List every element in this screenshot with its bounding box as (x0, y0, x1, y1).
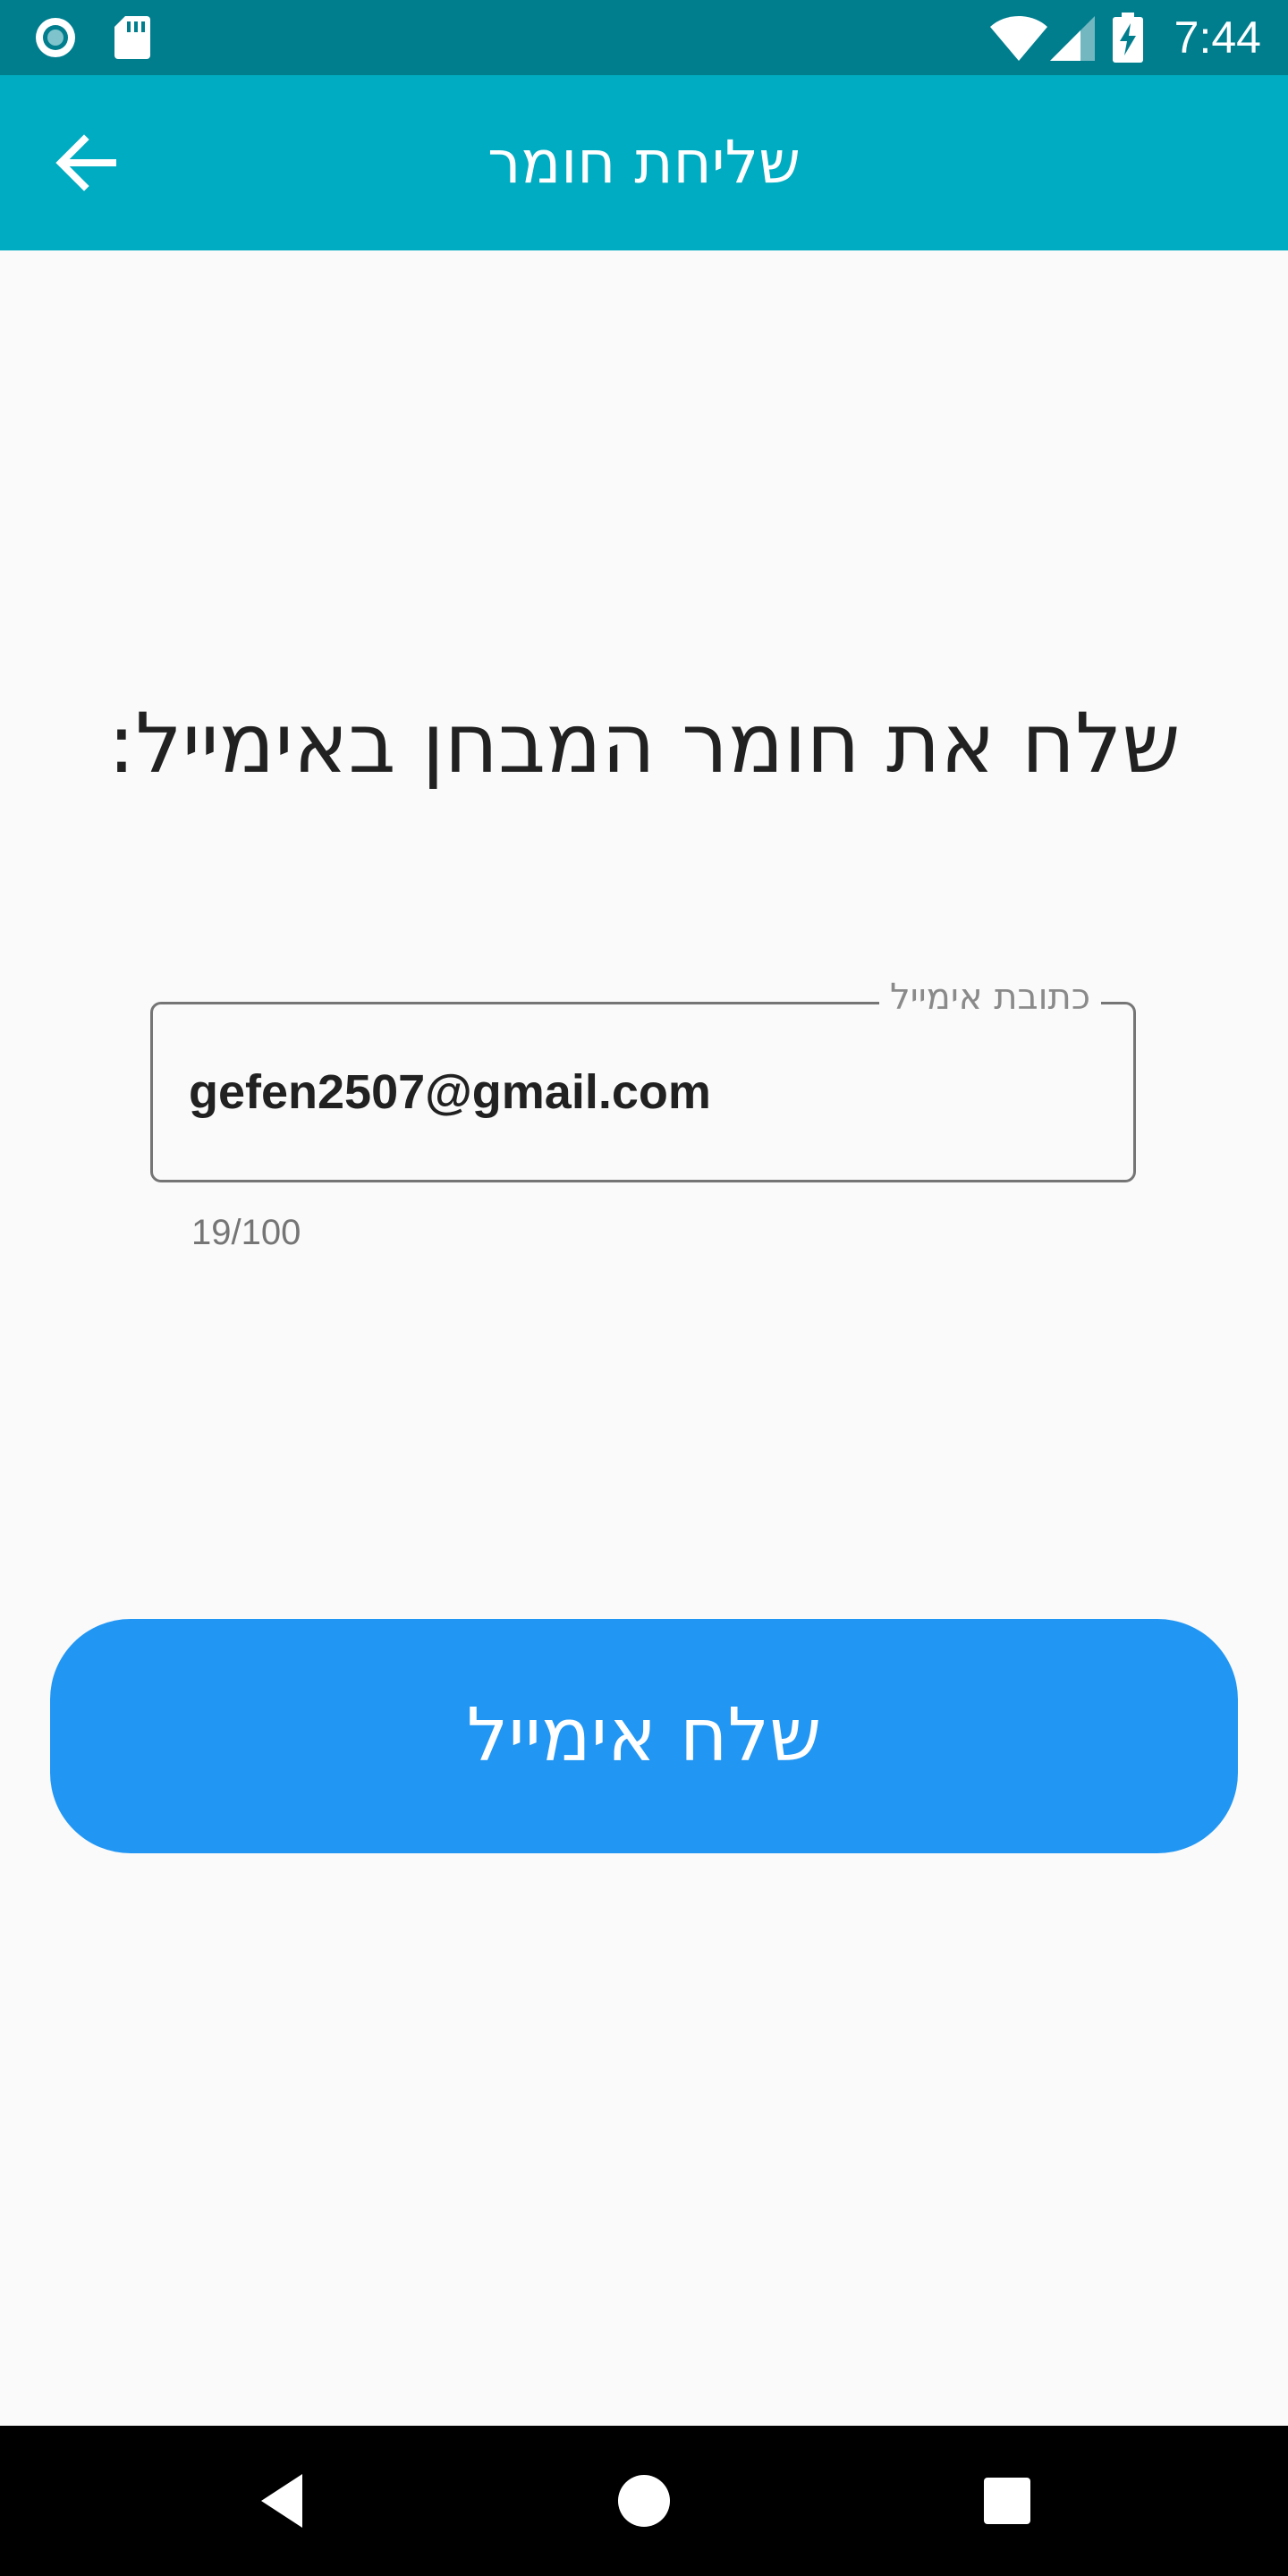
send-email-button[interactable]: שלח אימייל (50, 1619, 1238, 1853)
character-counter: 19/100 (191, 1213, 301, 1252)
navigation-bar (0, 2426, 1288, 2576)
email-field-label: כתובת אימייל (879, 972, 1101, 1022)
back-button[interactable] (39, 116, 132, 209)
page-title: שליחת חומר (487, 128, 801, 197)
email-field-value[interactable]: gefen2507@gmail.com (189, 1004, 711, 1180)
recents-square-icon[interactable] (953, 2447, 1061, 2555)
status-time: 7:44 (1174, 13, 1261, 63)
wifi-icon (990, 16, 1047, 61)
back-triangle-icon[interactable] (227, 2447, 335, 2555)
email-field[interactable]: כתובת אימייל gefen2507@gmail.com (150, 972, 1136, 1182)
status-bar: 7:44 (0, 0, 1288, 75)
arrow-back-icon (55, 134, 116, 191)
instruction-heading: שלח את חומר המבחן באימייל: (107, 696, 1181, 792)
signal-icon (1050, 16, 1095, 61)
battery-charging-icon (1113, 13, 1143, 63)
send-email-button-label: שלח אימייל (466, 1693, 822, 1778)
home-circle-icon[interactable] (590, 2447, 698, 2555)
app-bar: שליחת חומר (0, 75, 1288, 250)
sd-card-icon (114, 16, 150, 59)
sync-icon (36, 18, 75, 57)
